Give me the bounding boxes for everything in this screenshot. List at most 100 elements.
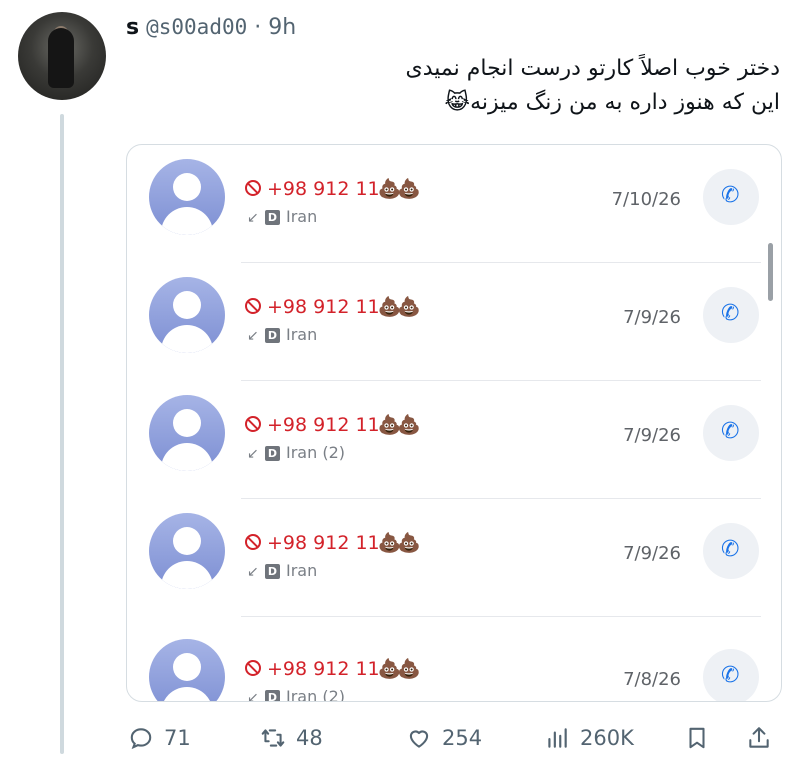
caller-number-line: +98 912 11💩💩 [245, 177, 421, 200]
avatar-body [161, 687, 213, 701]
tweet-time[interactable]: 9h [268, 15, 296, 40]
call-date: 7/9/26 [623, 425, 681, 446]
block-icon [245, 660, 261, 676]
reply-count: 71 [164, 726, 191, 750]
header-separator: · [254, 15, 262, 40]
like-button[interactable]: 254 [406, 718, 482, 758]
caller-number: +98 912 11 [267, 532, 380, 554]
contact-avatar [149, 395, 225, 471]
tweet-text-line-1: دختر خوب اصلاً کارتو درست انجام نمیدی [405, 56, 780, 81]
incoming-arrow-icon: ↙ [247, 564, 259, 580]
caller-number: +98 912 11 [267, 178, 380, 200]
contact-avatar [149, 639, 225, 701]
avatar-body [161, 207, 213, 235]
reply-button[interactable]: 71 [128, 718, 191, 758]
caller-number: +98 912 11 [267, 296, 380, 318]
call-back-button[interactable]: ✆ [703, 405, 759, 461]
sim-badge: D [265, 210, 280, 225]
tweet-text-line-2: این که هنوز داره به من زنگ میزنه😹 [444, 90, 780, 115]
block-icon [245, 416, 261, 432]
tweet-media-image[interactable]: +98 912 11💩💩 ↙ D Iran 7/10/26 ✆ +98 912 11💩💩 ↙ D… [126, 144, 782, 702]
call-back-button[interactable]: ✆ [703, 287, 759, 343]
tweet-actions: 71 48 254 260K [126, 718, 782, 758]
avatar-figure [48, 28, 74, 88]
poop-emoji: 💩💩 [377, 178, 421, 200]
tweet-header: s @s00ad00 · 9h [126, 12, 296, 43]
caller-details: ↙ D Iran (2) [247, 687, 345, 702]
poop-emoji: 💩💩 [377, 532, 421, 554]
caller-details: ↙ D Iran [247, 325, 317, 344]
caller-number: +98 912 11 [267, 414, 380, 436]
contact-avatar [149, 513, 225, 589]
incoming-arrow-icon: ↙ [247, 328, 259, 344]
call-date: 7/9/26 [623, 543, 681, 564]
sim-badge: D [265, 446, 280, 461]
phone-icon: ✆ [721, 419, 740, 444]
avatar-head [173, 409, 201, 437]
phone-icon: ✆ [721, 183, 740, 208]
caller-country: Iran (2) [286, 687, 345, 702]
call-date: 7/10/26 [611, 189, 681, 210]
like-icon [409, 730, 429, 748]
user-handle[interactable]: @s00ad00 [146, 15, 247, 39]
avatar-body [161, 561, 213, 589]
reply-icon [130, 728, 152, 750]
like-count: 254 [442, 726, 483, 750]
caller-number-line: +98 912 11💩💩 [245, 295, 421, 318]
scrollbar[interactable] [768, 243, 773, 301]
views-count: 260K [580, 726, 634, 750]
block-icon [245, 534, 261, 550]
share-button[interactable] [746, 718, 772, 758]
thread-line [60, 114, 64, 754]
incoming-arrow-icon: ↙ [247, 690, 259, 702]
tweet-text: دختر خوب اصلاً کارتو درست انجام نمیدی ای… [140, 52, 780, 120]
repost-count: 48 [296, 726, 323, 750]
call-back-button[interactable]: ✆ [703, 523, 759, 579]
bookmark-button[interactable] [684, 718, 710, 758]
views-button[interactable]: 260K [544, 718, 634, 758]
repost-icon [261, 729, 285, 747]
call-back-button[interactable]: ✆ [703, 169, 759, 225]
call-log-row[interactable]: +98 912 11💩💩 ↙ D Iran 7/9/26 ✆ [127, 499, 781, 617]
call-date: 7/8/26 [623, 669, 681, 690]
avatar-body [161, 325, 213, 353]
caller-number: +98 912 11 [267, 658, 380, 680]
caller-details: ↙ D Iran [247, 561, 317, 580]
incoming-arrow-icon: ↙ [247, 210, 259, 226]
poop-emoji: 💩💩 [377, 658, 421, 680]
call-log-row[interactable]: +98 912 11💩💩 ↙ D Iran 7/10/26 ✆ [127, 145, 781, 263]
incoming-arrow-icon: ↙ [247, 446, 259, 462]
call-log-row[interactable]: +98 912 11💩💩 ↙ D Iran (2) 7/9/26 ✆ [127, 381, 781, 499]
author-avatar[interactable] [18, 12, 106, 100]
caller-country: Iran (2) [286, 443, 345, 462]
share-icon [749, 727, 769, 748]
avatar-head [173, 527, 201, 555]
sim-badge: D [265, 690, 280, 701]
phone-icon: ✆ [721, 663, 740, 688]
call-date: 7/9/26 [623, 307, 681, 328]
contact-avatar [149, 159, 225, 235]
display-name[interactable]: s [126, 15, 139, 40]
poop-emoji: 💩💩 [377, 414, 421, 436]
contact-avatar [149, 277, 225, 353]
caller-details: ↙ D Iran [247, 207, 317, 226]
caller-country: Iran [286, 561, 318, 580]
poop-emoji: 💩💩 [377, 296, 421, 318]
block-icon [245, 180, 261, 196]
call-back-button[interactable]: ✆ [703, 649, 759, 701]
call-log-row[interactable]: +98 912 11💩💩 ↙ D Iran (2) 7/8/26 ✆ [127, 617, 781, 702]
avatar-head [173, 291, 201, 319]
sim-badge: D [265, 564, 280, 579]
avatar-head [173, 173, 201, 201]
bookmark-icon [689, 727, 705, 749]
caller-details: ↙ D Iran (2) [247, 443, 345, 462]
caller-number-line: +98 912 11💩💩 [245, 531, 421, 554]
phone-icon: ✆ [721, 537, 740, 562]
phone-icon: ✆ [721, 301, 740, 326]
call-log-row[interactable]: +98 912 11💩💩 ↙ D Iran 7/9/26 ✆ [127, 263, 781, 381]
views-icon [548, 728, 567, 748]
avatar-body [161, 443, 213, 471]
repost-button[interactable]: 48 [260, 718, 323, 758]
sim-badge: D [265, 328, 280, 343]
avatar-head [173, 653, 201, 681]
